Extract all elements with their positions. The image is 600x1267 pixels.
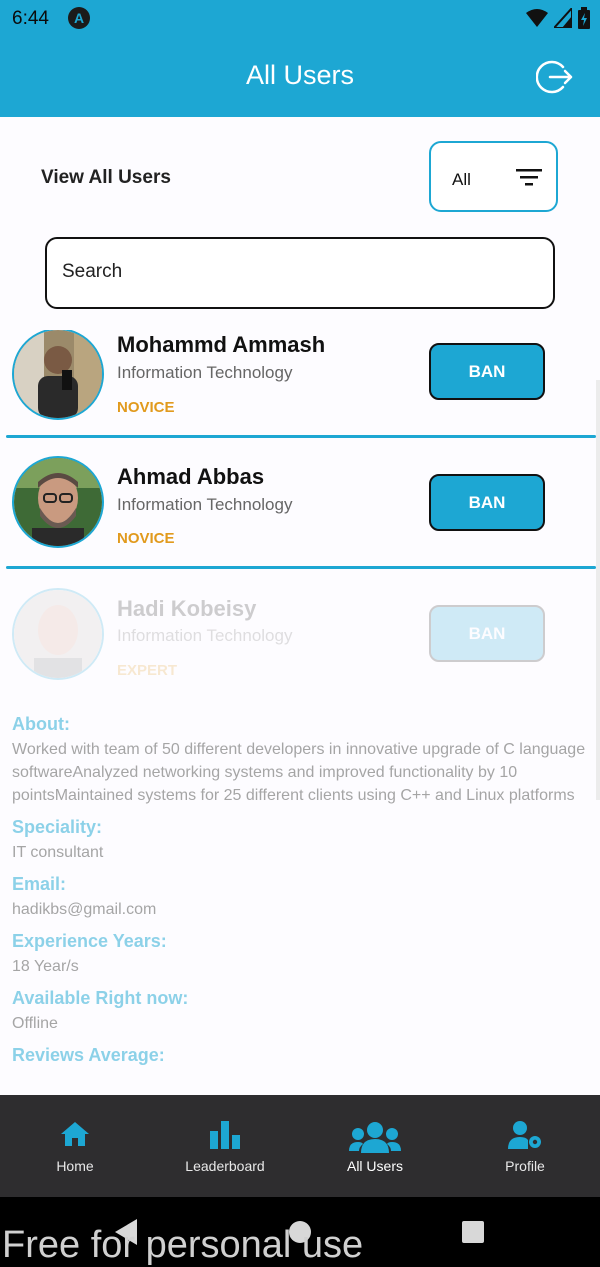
page-title: All Users [245, 60, 354, 90]
user-department: Information Technology [117, 495, 293, 514]
battery-icon [578, 7, 590, 29]
ban-button[interactable]: BAN [429, 605, 545, 662]
user-department: Information Technology [117, 363, 293, 382]
watermark: Free for personal use [2, 1224, 364, 1266]
avatar [12, 456, 104, 548]
bottom-nav: Home Leaderboard All Users Profile [0, 1095, 600, 1197]
user-level: NOVICE [117, 530, 175, 547]
nav-item-profile[interactable]: Profile [450, 1095, 600, 1197]
filter-selected-value: All [452, 170, 471, 189]
available-label: Available Right now: [12, 988, 189, 1008]
speciality-label: Speciality: [12, 817, 103, 837]
nav-label: Home [56, 1158, 94, 1174]
logout-icon[interactable] [536, 58, 574, 96]
available-value: Offline [12, 1015, 58, 1032]
user-card[interactable]: Hadi Kobeisy Information Technology EXPE… [0, 574, 600, 705]
home-icon [61, 1122, 89, 1146]
filter-dropdown[interactable]: All [429, 141, 558, 212]
user-level: EXPERT [117, 662, 178, 679]
nav-item-leaderboard[interactable]: Leaderboard [150, 1095, 300, 1197]
user-settings-icon [508, 1121, 541, 1149]
nav-label: Profile [505, 1158, 545, 1174]
experience-label: Experience Years: [12, 931, 167, 951]
speciality-value: IT consultant [12, 844, 104, 861]
ban-button[interactable]: BAN [429, 474, 545, 531]
users-icon [349, 1122, 401, 1153]
view-all-users-label: View All Users [41, 167, 171, 188]
recents-icon[interactable] [462, 1221, 484, 1243]
about-label: About: [12, 714, 70, 734]
divider [6, 435, 596, 438]
nav-label: Leaderboard [185, 1158, 265, 1174]
about-value: Worked with team of 50 different develop… [12, 741, 586, 804]
user-name: Ahmad Abbas [117, 464, 265, 489]
ban-button[interactable]: BAN [429, 343, 545, 400]
user-details: About: Worked with team of 50 different … [12, 714, 592, 1066]
status-time: 6:44 [12, 8, 49, 29]
signal-icon [554, 8, 572, 28]
status-icons [526, 6, 590, 30]
users-list[interactable]: Mohammd Ammash Information Technology NO… [0, 330, 600, 1095]
user-name: Hadi Kobeisy [117, 596, 257, 621]
user-card[interactable]: Mohammd Ammash Information Technology NO… [0, 330, 600, 433]
divider [6, 566, 596, 569]
experience-value: 18 Year/s [12, 958, 79, 975]
status-bar: 6:44 A [0, 0, 600, 38]
avatar [12, 330, 104, 420]
app-notification-icon: A [68, 7, 90, 29]
user-level: NOVICE [117, 399, 175, 416]
search-input[interactable] [62, 261, 532, 283]
user-name: Mohammd Ammash [117, 332, 326, 357]
user-department: Information Technology [117, 626, 293, 645]
email-label: Email: [12, 874, 67, 894]
app-bar: All Users [0, 38, 600, 117]
user-card[interactable]: Ahmad Abbas Information Technology NOVIC… [0, 442, 600, 573]
email-value: hadikbs@gmail.com [12, 901, 157, 918]
bar-chart-icon [210, 1121, 240, 1149]
nav-label: All Users [346, 1158, 403, 1174]
reviews-label: Reviews Average: [12, 1045, 165, 1065]
avatar [12, 588, 104, 680]
scrollbar[interactable] [596, 380, 600, 800]
nav-item-all-users[interactable]: All Users [300, 1095, 450, 1197]
search-box[interactable] [45, 237, 555, 309]
wifi-icon [526, 9, 548, 27]
nav-item-home[interactable]: Home [0, 1095, 150, 1197]
filter-icon [516, 169, 542, 186]
